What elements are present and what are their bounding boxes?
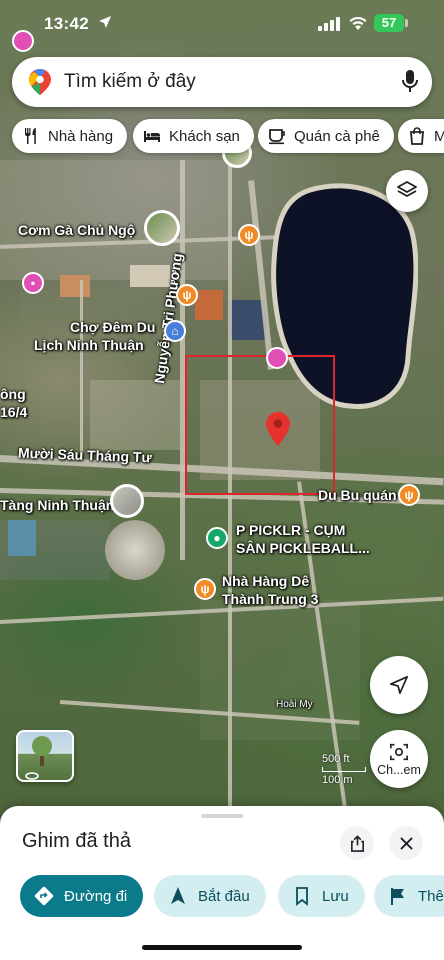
chip-label: Nhà hàng xyxy=(48,127,114,145)
fork-knife-icon xyxy=(25,128,36,144)
pink-place-pin-icon[interactable] xyxy=(266,347,288,369)
location-arrow-icon xyxy=(99,16,111,28)
map-label: ông xyxy=(0,386,26,402)
scale-bar xyxy=(322,767,366,772)
lens-button-label: Ch...em xyxy=(377,762,421,777)
map-label[interactable]: Thành Trung 3 xyxy=(222,590,318,608)
bookmark-pin-icon[interactable] xyxy=(12,30,34,52)
layers-icon xyxy=(397,181,417,197)
search-bar[interactable]: Tìm kiếm ở đây xyxy=(12,57,432,107)
camera-lens-icon xyxy=(390,743,408,760)
directions-button[interactable]: Đường đi xyxy=(20,875,144,917)
sheet-drag-handle[interactable] xyxy=(201,814,243,818)
map-label[interactable]: Tàng Ninh Thuận xyxy=(0,496,114,514)
restaurant-pin-icon[interactable]: ψ xyxy=(176,284,198,306)
sheet-title: Ghim đã thả xyxy=(22,830,131,852)
start-button[interactable]: Bắt đầu xyxy=(154,875,266,917)
label-button[interactable]: Thê xyxy=(374,875,444,917)
home-indicator[interactable] xyxy=(142,945,302,950)
directions-icon xyxy=(34,886,54,906)
chip-shopping[interactable]: M xyxy=(398,119,444,153)
status-time: 13:42 xyxy=(44,14,89,33)
building-roof xyxy=(8,520,36,556)
layers-button[interactable] xyxy=(386,170,428,212)
photo-place-icon[interactable] xyxy=(144,210,180,246)
save-label: Lưu xyxy=(322,887,349,905)
monument-plaza xyxy=(105,520,165,580)
label-label: Thê xyxy=(418,887,444,905)
wifi-icon xyxy=(349,16,367,30)
scale-label-m: 100 m xyxy=(322,774,353,786)
restaurant-pin-icon[interactable]: ψ xyxy=(238,224,260,246)
map-label: 16/4 xyxy=(0,404,28,420)
shopping-pin-icon[interactable]: ⌂ xyxy=(164,320,186,342)
bottom-sheet[interactable]: Ghim đã thả Đường đi Bắt đầu Lưu Thê xyxy=(0,806,444,960)
share-icon xyxy=(350,834,364,852)
search-input[interactable]: Tìm kiếm ở đây xyxy=(64,71,196,93)
urban-area xyxy=(0,160,230,280)
map-label[interactable]: Cơm Gà Chủ Ngộ xyxy=(18,221,135,239)
map-label: Hoài My xyxy=(276,699,313,710)
map-scale: 500 ft 100 m xyxy=(322,752,366,787)
highlight-rectangle xyxy=(185,355,335,495)
bed-icon xyxy=(144,131,160,142)
google-maps-logo-icon xyxy=(29,69,51,95)
map-label[interactable]: P PICKLR - CỤM xyxy=(236,521,345,539)
building-roof xyxy=(195,290,223,320)
sports-pin-icon[interactable]: ● xyxy=(206,527,228,549)
plaza-area xyxy=(90,380,180,450)
road xyxy=(80,280,83,460)
close-button[interactable] xyxy=(389,826,423,860)
shopping-bag-icon xyxy=(410,127,424,145)
map-label[interactable]: SÂN PICKLEBALL... xyxy=(236,539,370,557)
street-view-rotate-icon xyxy=(25,736,52,780)
flag-icon xyxy=(391,888,404,905)
scale-label-ft: 500 ft xyxy=(322,753,350,765)
share-button[interactable] xyxy=(340,826,374,860)
chip-restaurants[interactable]: Nhà hàng xyxy=(12,119,128,153)
cellular-signal-icon xyxy=(318,17,340,31)
status-bar: 13:42 57 xyxy=(0,0,444,52)
bookmark-icon xyxy=(296,887,308,906)
chip-hotels[interactable]: Khách sạn xyxy=(133,119,254,153)
dropped-pin-icon[interactable] xyxy=(266,412,290,446)
battery-nub xyxy=(405,19,408,27)
chip-cafes[interactable]: Quán cà phê xyxy=(258,119,394,153)
coffee-cup-icon xyxy=(269,129,285,145)
my-location-button[interactable] xyxy=(370,656,428,714)
street-view-thumbnail[interactable] xyxy=(16,730,74,782)
map-label[interactable]: Lịch Ninh Thuận xyxy=(34,336,144,354)
navigation-arrow-icon xyxy=(389,675,409,695)
map-label[interactable]: Nhà Hàng Dê xyxy=(222,572,309,590)
map-label[interactable]: Chợ Đêm Du xyxy=(70,318,155,336)
map-label[interactable]: Du Bu quán xyxy=(318,486,397,504)
battery-level: 57 xyxy=(374,14,404,32)
save-button[interactable]: Lưu xyxy=(278,875,365,917)
lens-button[interactable]: Ch...em xyxy=(370,730,428,788)
restaurant-pin-icon[interactable]: ψ xyxy=(194,578,216,600)
directions-label: Đường đi xyxy=(64,887,128,905)
start-label: Bắt đầu xyxy=(198,887,250,905)
chip-label: Khách sạn xyxy=(169,127,240,145)
restaurant-pin-icon[interactable]: ψ xyxy=(398,484,420,506)
microphone-icon[interactable] xyxy=(400,69,420,95)
building-roof xyxy=(60,275,90,297)
close-icon xyxy=(399,836,413,850)
navigation-arrow-icon xyxy=(171,887,185,904)
chip-label: M xyxy=(434,127,444,145)
chip-label: Quán cà phê xyxy=(294,127,380,145)
hotel-pin-icon[interactable]: ▪ xyxy=(22,272,44,294)
museum-place-icon[interactable] xyxy=(110,484,144,518)
